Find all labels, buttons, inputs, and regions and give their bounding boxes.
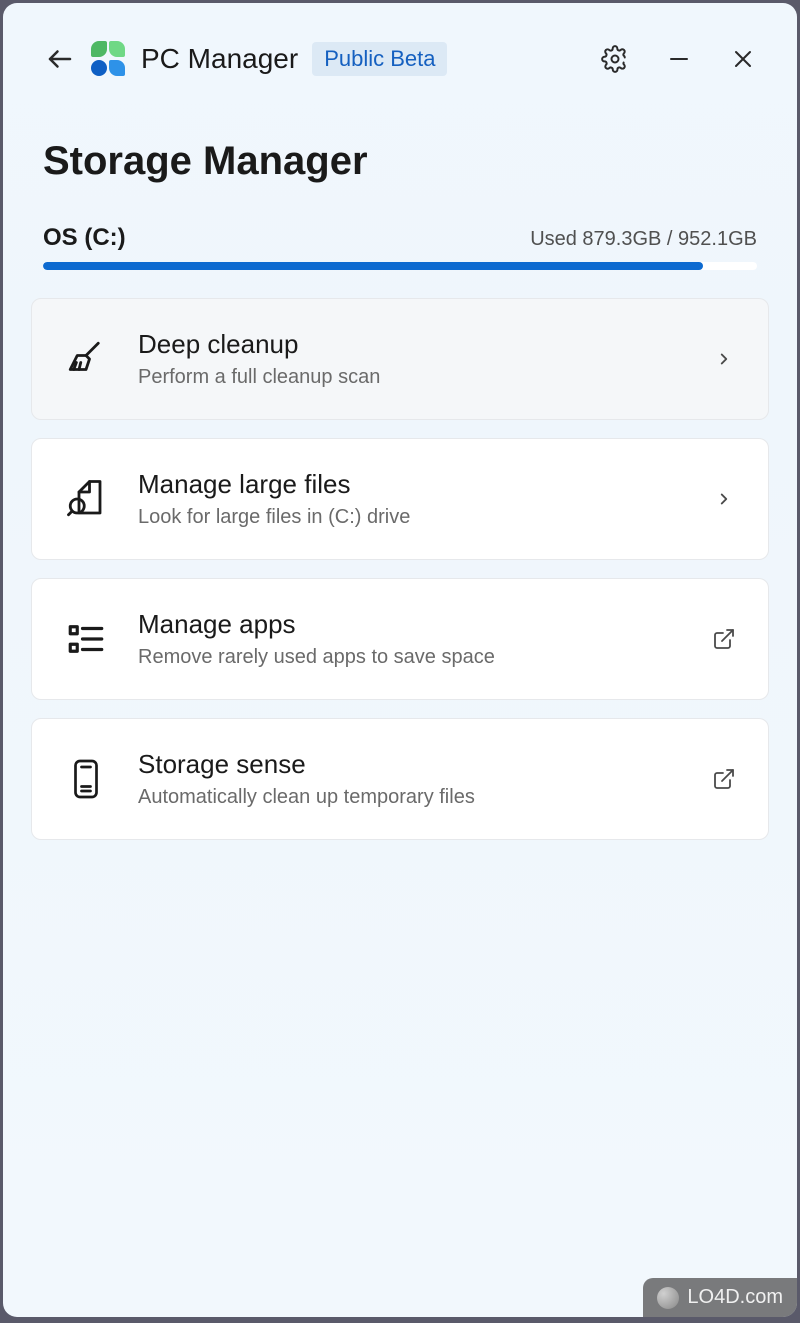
close-button[interactable] xyxy=(729,45,757,73)
drive-label: OS (C:) xyxy=(43,224,126,252)
minimize-icon xyxy=(667,47,691,71)
storage-icon xyxy=(62,755,110,803)
card-title: Storage sense xyxy=(138,749,682,780)
chevron-right-icon xyxy=(710,485,738,513)
card-title: Deep cleanup xyxy=(138,329,682,360)
titlebar: PC Manager Public Beta xyxy=(3,3,797,97)
app-window: PC Manager Public Beta Storage Manager O… xyxy=(3,3,797,1317)
storage-progress-fill xyxy=(43,262,703,270)
watermark: LO4D.com xyxy=(643,1278,797,1317)
deep-cleanup-card[interactable]: Deep cleanup Perform a full cleanup scan xyxy=(31,298,769,420)
card-desc: Look for large files in (C:) drive xyxy=(138,506,682,529)
card-title: Manage apps xyxy=(138,609,682,640)
list-icon xyxy=(62,615,110,663)
external-link-icon xyxy=(710,625,738,653)
beta-badge: Public Beta xyxy=(312,42,447,76)
close-icon xyxy=(731,47,755,71)
external-link-icon xyxy=(710,765,738,793)
manage-apps-card[interactable]: Manage apps Remove rarely used apps to s… xyxy=(31,578,769,700)
card-desc: Perform a full cleanup scan xyxy=(138,366,682,389)
card-title: Manage large files xyxy=(138,469,682,500)
broom-icon xyxy=(62,335,110,383)
window-controls xyxy=(601,45,757,73)
file-search-icon xyxy=(62,475,110,523)
card-desc: Automatically clean up temporary files xyxy=(138,786,682,809)
storage-progress-bar xyxy=(43,262,757,270)
storage-usage-text: Used 879.3GB / 952.1GB xyxy=(530,228,757,251)
watermark-text: LO4D.com xyxy=(687,1286,783,1309)
storage-section: OS (C:) Used 879.3GB / 952.1GB xyxy=(3,224,797,270)
chevron-right-icon xyxy=(710,345,738,373)
gear-icon xyxy=(601,45,629,73)
storage-sense-card[interactable]: Storage sense Automatically clean up tem… xyxy=(31,718,769,840)
back-button[interactable] xyxy=(43,42,77,76)
globe-icon xyxy=(657,1287,679,1309)
card-desc: Remove rarely used apps to save space xyxy=(138,646,682,669)
manage-large-files-card[interactable]: Manage large files Look for large files … xyxy=(31,438,769,560)
app-logo-icon xyxy=(91,41,127,77)
cards-list: Deep cleanup Perform a full cleanup scan… xyxy=(3,270,797,840)
minimize-button[interactable] xyxy=(665,45,693,73)
app-title: PC Manager xyxy=(141,43,298,75)
settings-button[interactable] xyxy=(601,45,629,73)
back-arrow-icon xyxy=(45,44,75,74)
page-title: Storage Manager xyxy=(3,97,797,224)
